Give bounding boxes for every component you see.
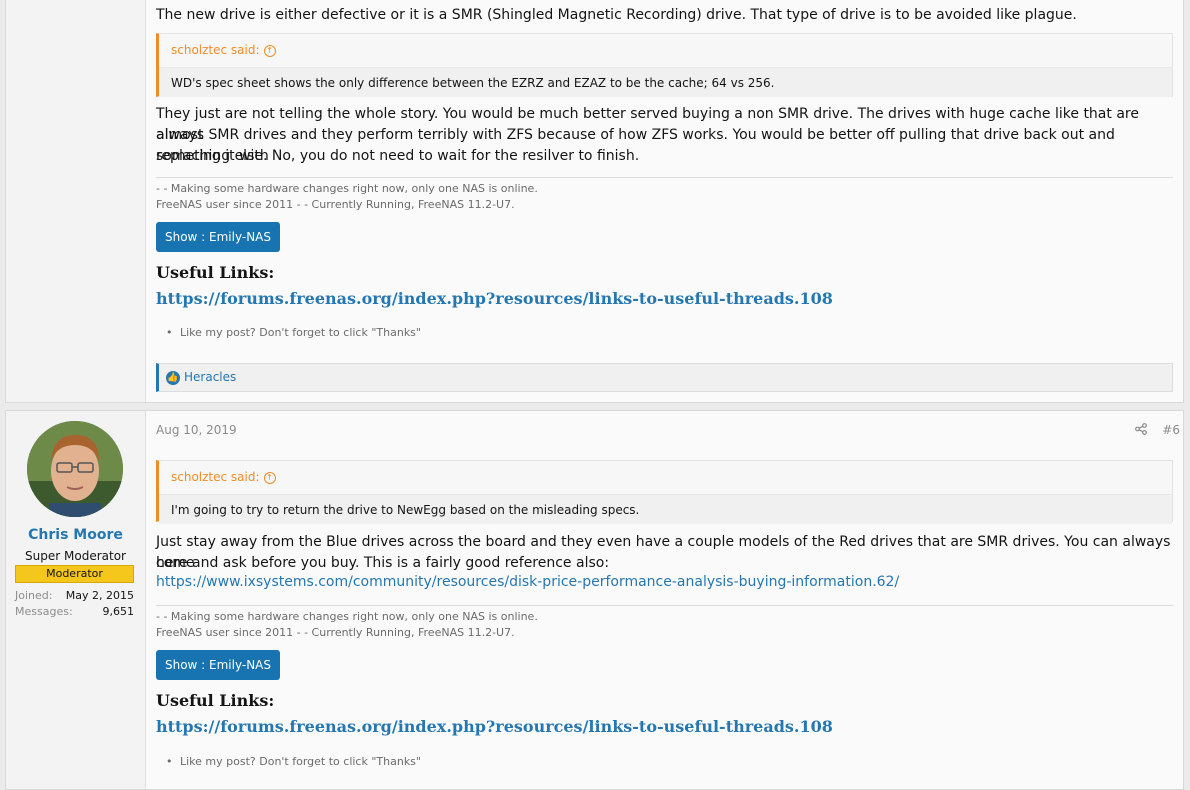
reaction-user[interactable]: Heracles <box>184 370 236 384</box>
signature-line-1: - - Making some hardware changes right n… <box>156 610 538 623</box>
signature-line-1: - - Making some hardware changes right n… <box>156 182 538 195</box>
messages-value[interactable]: 9,651 <box>103 605 135 618</box>
joined-stat: Joined: May 2, 2015 <box>15 589 134 602</box>
quote-author[interactable]: scholztec said: <box>171 43 260 57</box>
quote-block: scholztec said: ↑ WD's spec sheet shows t… <box>156 33 1173 97</box>
user-title: Super Moderator <box>25 549 126 563</box>
useful-links-url[interactable]: https://forums.freenas.org/index.php?res… <box>156 289 833 308</box>
show-spoiler-button[interactable]: Show : Emily-NAS <box>156 222 280 252</box>
thumbs-up-icon: 👍 <box>166 371 180 385</box>
signature-divider <box>156 177 1173 178</box>
post-date[interactable]: Aug 10, 2019 <box>156 423 237 437</box>
quote-text: WD's spec sheet shows the only differenc… <box>159 67 1172 97</box>
signature-divider <box>156 605 1173 606</box>
quote-header[interactable]: scholztec said: ↑ <box>159 461 1172 494</box>
messages-label: Messages: <box>15 605 73 618</box>
post-number[interactable]: #6 <box>1162 423 1180 437</box>
post-1: The new drive is either defective or it … <box>5 0 1184 403</box>
joined-label: Joined: <box>15 589 53 602</box>
thanks-bullet: Like my post? Don't forget to click "Tha… <box>166 326 421 339</box>
show-spoiler-button[interactable]: Show : Emily-NAS <box>156 650 280 680</box>
post-body-line-2: here and ask before you buy. This is a f… <box>156 555 610 571</box>
reactions-bar[interactable]: 👍 Heracles <box>156 363 1173 392</box>
useful-links-title: Useful Links: <box>156 691 275 710</box>
quote-header[interactable]: scholztec said: ↑ <box>159 34 1172 67</box>
post-main: The new drive is either defective or it … <box>156 0 1183 402</box>
avatar-image <box>27 421 123 517</box>
reference-link[interactable]: https://www.ixsystems.com/community/reso… <box>156 574 899 590</box>
arrow-up-circle-icon[interactable]: ↑ <box>263 44 276 57</box>
post-sidebar: Chris Moore Super Moderator Moderator Jo… <box>6 411 146 789</box>
quote-text: I'm going to try to return the drive to … <box>159 494 1172 524</box>
avatar[interactable] <box>27 421 123 517</box>
post-intro-text: The new drive is either defective or it … <box>156 7 1077 23</box>
share-icon[interactable] <box>1135 423 1147 438</box>
post-sidebar <box>6 0 146 402</box>
useful-links-url[interactable]: https://forums.freenas.org/index.php?res… <box>156 717 833 736</box>
username[interactable]: Chris Moore <box>6 527 145 543</box>
useful-links-title: Useful Links: <box>156 263 275 282</box>
arrow-up-circle-icon[interactable]: ↑ <box>263 471 276 484</box>
thanks-bullet: Like my post? Don't forget to click "Tha… <box>166 755 421 768</box>
post-2: Chris Moore Super Moderator Moderator Jo… <box>5 410 1184 790</box>
post-body-line-3: something else. No, you do not need to w… <box>156 148 640 164</box>
moderator-badge: Moderator <box>15 565 134 583</box>
messages-stat: Messages: 9,651 <box>15 605 134 618</box>
signature-line-2: FreeNAS user since 2011 - - Currently Ru… <box>156 198 515 211</box>
post-main: Aug 10, 2019 #6 scholztec said: ↑ I'm goi… <box>156 411 1183 789</box>
joined-value: May 2, 2015 <box>65 589 134 602</box>
quote-author[interactable]: scholztec said: <box>171 470 260 484</box>
signature-line-2: FreeNAS user since 2011 - - Currently Ru… <box>156 626 515 639</box>
quote-block: scholztec said: ↑ I'm going to try to ret… <box>156 460 1173 524</box>
